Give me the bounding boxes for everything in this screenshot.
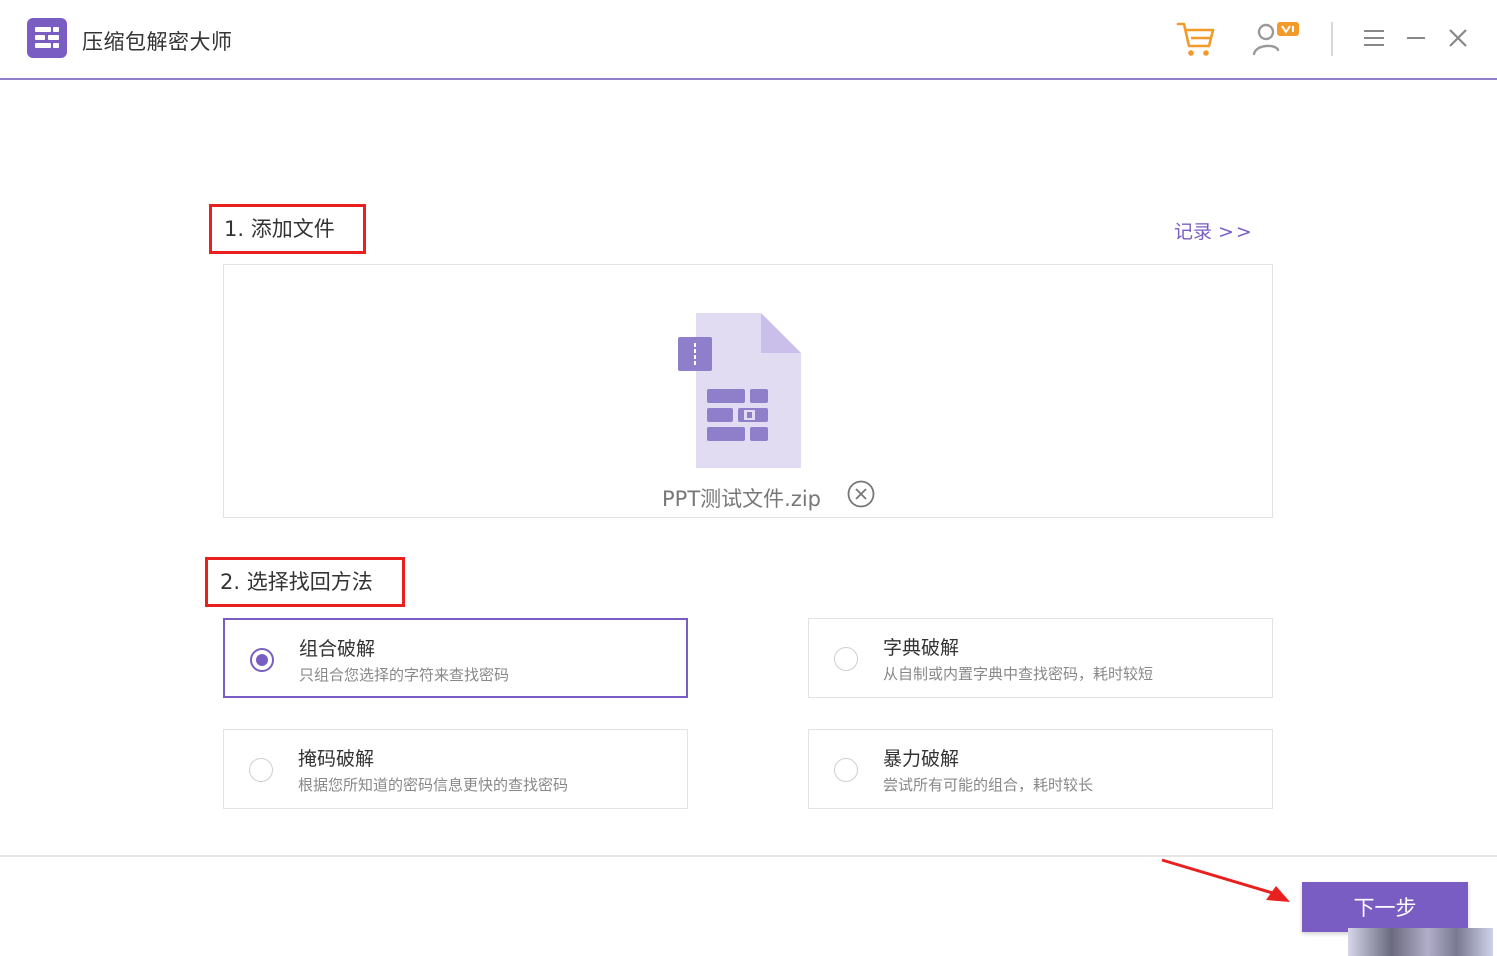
option-description: 从自制或内置字典中查找密码，耗时较短 [883,665,1154,683]
radio-button[interactable] [834,758,858,782]
option-mask-crack[interactable]: 掩码破解 根据您所知道的密码信息更快的查找密码 [223,729,688,809]
title-bar: 压缩包解密大师 [0,0,1497,80]
radio-button[interactable] [834,647,858,671]
option-brute-force-crack[interactable]: 暴力破解 尝试所有可能的组合，耗时较长 [808,729,1273,809]
app-title: 压缩包解密大师 [82,30,233,54]
option-dictionary-crack[interactable]: 字典破解 从自制或内置字典中查找密码，耗时较短 [808,618,1273,698]
option-title: 暴力破解 [883,748,960,770]
option-title: 掩码破解 [298,748,375,770]
option-description: 尝试所有可能的组合，耗时较长 [883,776,1094,794]
titlebar-separator [1331,22,1333,56]
option-description: 根据您所知道的密码信息更快的查找密码 [298,776,569,794]
option-title: 字典破解 [883,637,960,659]
file-dropzone[interactable]: PPT测试文件.zip [223,264,1273,518]
option-title: 组合破解 [299,638,376,660]
zip-file-icon [676,313,821,468]
annotation-arrow-icon [1161,858,1290,902]
step1-label: 1. 添加文件 [209,204,366,254]
records-link[interactable]: 记录 >> [1174,217,1254,244]
option-description: 只组合您选择的字符来查找密码 [299,666,510,684]
close-icon[interactable] [1445,25,1471,51]
menu-icon[interactable] [1361,25,1387,51]
next-step-button[interactable]: 下一步 [1302,882,1468,932]
blurred-region [1348,928,1493,956]
radio-button[interactable] [250,648,274,672]
records-link-label: 记录 [1174,221,1213,243]
file-name: PPT测试文件.zip [662,487,822,511]
records-arrows: >> [1218,221,1254,243]
minimize-icon[interactable] [1404,25,1428,51]
remove-file-icon[interactable] [846,479,876,509]
step2-label: 2. 选择找回方法 [205,557,405,607]
radio-button[interactable] [249,758,273,782]
app-logo-icon [27,18,67,58]
user-vip-icon[interactable] [1250,18,1304,60]
option-combination-crack[interactable]: 组合破解 只组合您选择的字符来查找密码 [223,618,688,698]
cart-icon[interactable] [1175,18,1217,60]
